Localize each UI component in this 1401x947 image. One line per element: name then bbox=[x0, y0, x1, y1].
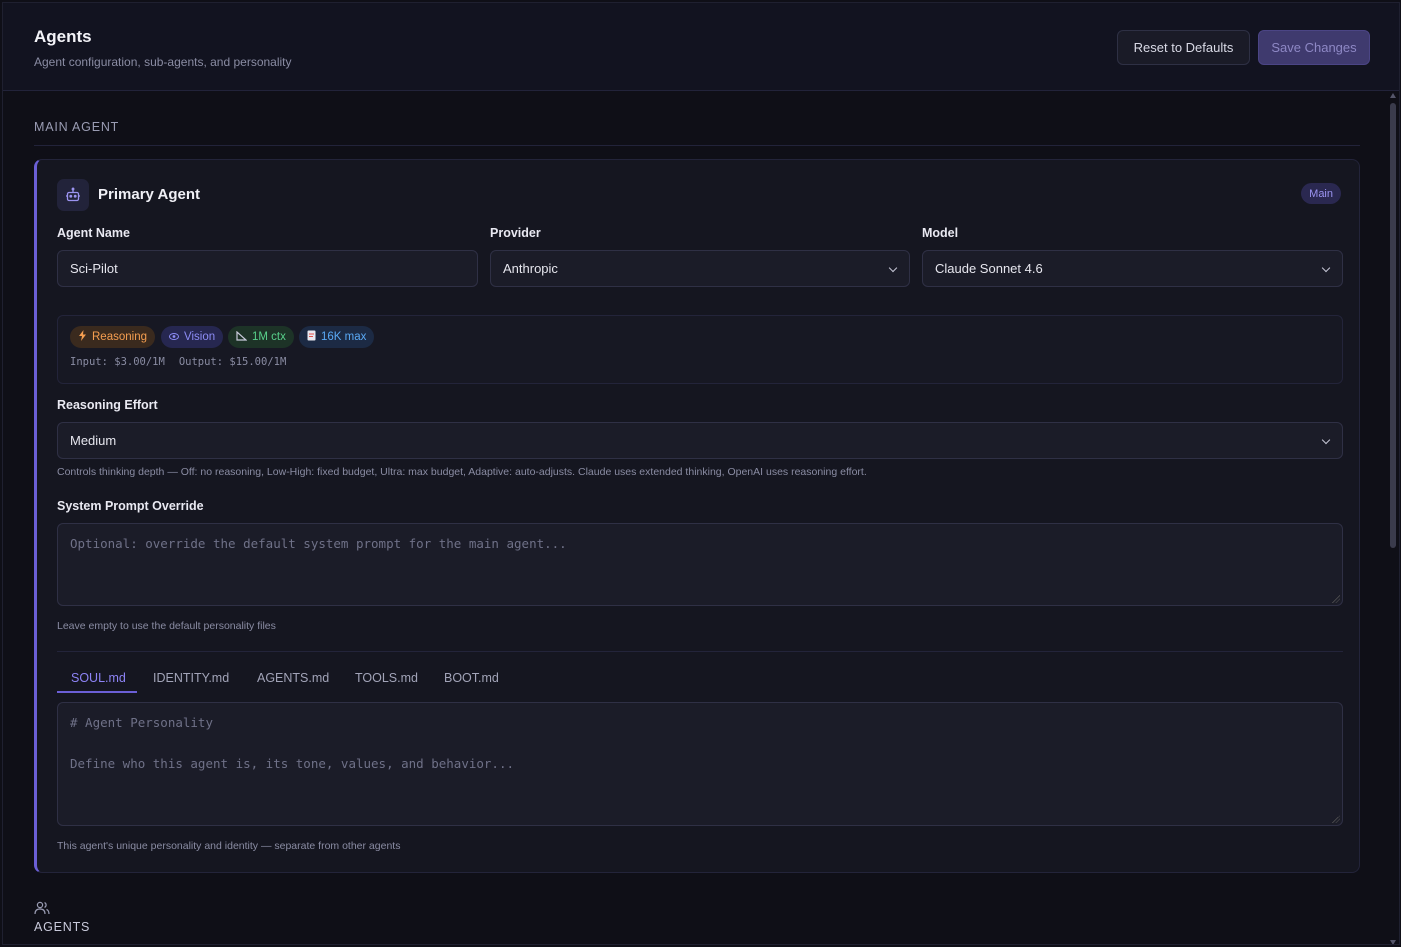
max-tokens-tag: 16K max bbox=[299, 326, 375, 348]
tab-tools-md[interactable]: TOOLS.md bbox=[355, 671, 418, 685]
save-changes-button[interactable]: Save Changes bbox=[1258, 30, 1370, 65]
app-window: Agents Agent configuration, sub-agents, … bbox=[2, 2, 1400, 945]
users-icon bbox=[34, 901, 50, 920]
reasoning-effort-help: Controls thinking depth — Off: no reason… bbox=[57, 466, 867, 478]
chevron-down-icon bbox=[1321, 435, 1331, 445]
model-label: Model bbox=[922, 226, 959, 240]
provider-select[interactable]: Anthropic bbox=[490, 250, 910, 287]
resize-handle-icon[interactable] bbox=[1332, 815, 1340, 823]
agents-section-label: AGENTS bbox=[34, 920, 91, 934]
personality-placeholder-body: Define who this agent is, its tone, valu… bbox=[70, 756, 515, 771]
page-header: Agents Agent configuration, sub-agents, … bbox=[3, 3, 1399, 91]
agent-name-input[interactable]: Sci-Pilot bbox=[57, 250, 478, 287]
card-title: Primary Agent bbox=[98, 186, 200, 203]
model-value: Claude Sonnet 4.6 bbox=[935, 261, 1043, 276]
reset-to-defaults-button[interactable]: Reset to Defaults bbox=[1117, 30, 1250, 65]
page-subtitle: Agent configuration, sub-agents, and per… bbox=[34, 55, 292, 69]
system-prompt-textarea[interactable]: Optional: override the default system pr… bbox=[57, 523, 1343, 606]
eye-icon bbox=[169, 331, 179, 343]
personality-textarea[interactable]: # Agent Personality Define who this agen… bbox=[57, 702, 1343, 826]
ruler-icon bbox=[236, 330, 248, 344]
tabs-divider bbox=[57, 651, 1343, 652]
system-prompt-label: System Prompt Override bbox=[57, 499, 204, 513]
scrollbar-thumb[interactable] bbox=[1390, 103, 1396, 548]
reasoning-effort-label: Reasoning Effort bbox=[57, 398, 158, 412]
main-agent-section-label: MAIN AGENT bbox=[34, 120, 120, 134]
main-content: MAIN AGENT Primary Agent Main Agent Name… bbox=[3, 92, 1389, 944]
provider-label: Provider bbox=[490, 226, 541, 240]
lightning-icon bbox=[78, 330, 87, 344]
reasoning-effort-select[interactable]: Medium bbox=[57, 422, 1343, 459]
tab-identity-md[interactable]: IDENTITY.md bbox=[153, 671, 229, 685]
pricing-info: Input: $3.00/1M Output: $15.00/1M bbox=[70, 356, 300, 368]
main-badge: Main bbox=[1301, 183, 1341, 204]
system-prompt-placeholder: Optional: override the default system pr… bbox=[70, 536, 567, 551]
reasoning-tag-label: Reasoning bbox=[92, 331, 147, 343]
scroll-up-icon[interactable] bbox=[1390, 93, 1396, 98]
output-price: Output: $15.00/1M bbox=[178, 356, 287, 368]
chevron-down-icon bbox=[1321, 263, 1331, 273]
personality-help: This agent's unique personality and iden… bbox=[57, 840, 401, 852]
tab-soul-md[interactable]: SOUL.md bbox=[71, 671, 126, 685]
reasoning-effort-value: Medium bbox=[70, 433, 117, 448]
system-prompt-help: Leave empty to use the default personali… bbox=[57, 620, 276, 632]
tab-agents-md[interactable]: AGENTS.md bbox=[257, 671, 329, 685]
scroll-down-icon[interactable] bbox=[1390, 940, 1396, 944]
input-price: Input: $3.00/1M bbox=[70, 356, 165, 368]
robot-icon bbox=[57, 179, 89, 211]
context-tag-label: 1M ctx bbox=[252, 331, 286, 343]
vision-tag-label: Vision bbox=[184, 331, 216, 343]
resize-handle-icon[interactable] bbox=[1332, 595, 1340, 603]
section-divider bbox=[34, 145, 1360, 146]
model-select[interactable]: Claude Sonnet 4.6 bbox=[922, 250, 1343, 287]
personality-placeholder-heading: # Agent Personality bbox=[70, 715, 213, 730]
max-tokens-tag-label: 16K max bbox=[321, 331, 367, 343]
vision-tag: Vision bbox=[161, 326, 224, 348]
agent-name-label: Agent Name bbox=[57, 226, 130, 240]
context-tag: 1M ctx bbox=[228, 326, 294, 348]
chevron-down-icon bbox=[888, 263, 898, 273]
primary-agent-card: Primary Agent Main Agent Name Sci-Pilot … bbox=[34, 159, 1360, 873]
model-capabilities: Reasoning Vision 1M ctx 16K max Input: $… bbox=[57, 315, 1343, 384]
reasoning-tag: Reasoning bbox=[70, 326, 155, 348]
active-tab-underline bbox=[57, 691, 137, 693]
page-title: Agents bbox=[34, 27, 92, 46]
tab-boot-md[interactable]: BOOT.md bbox=[444, 671, 499, 685]
document-icon bbox=[307, 330, 316, 344]
provider-value: Anthropic bbox=[503, 261, 558, 276]
